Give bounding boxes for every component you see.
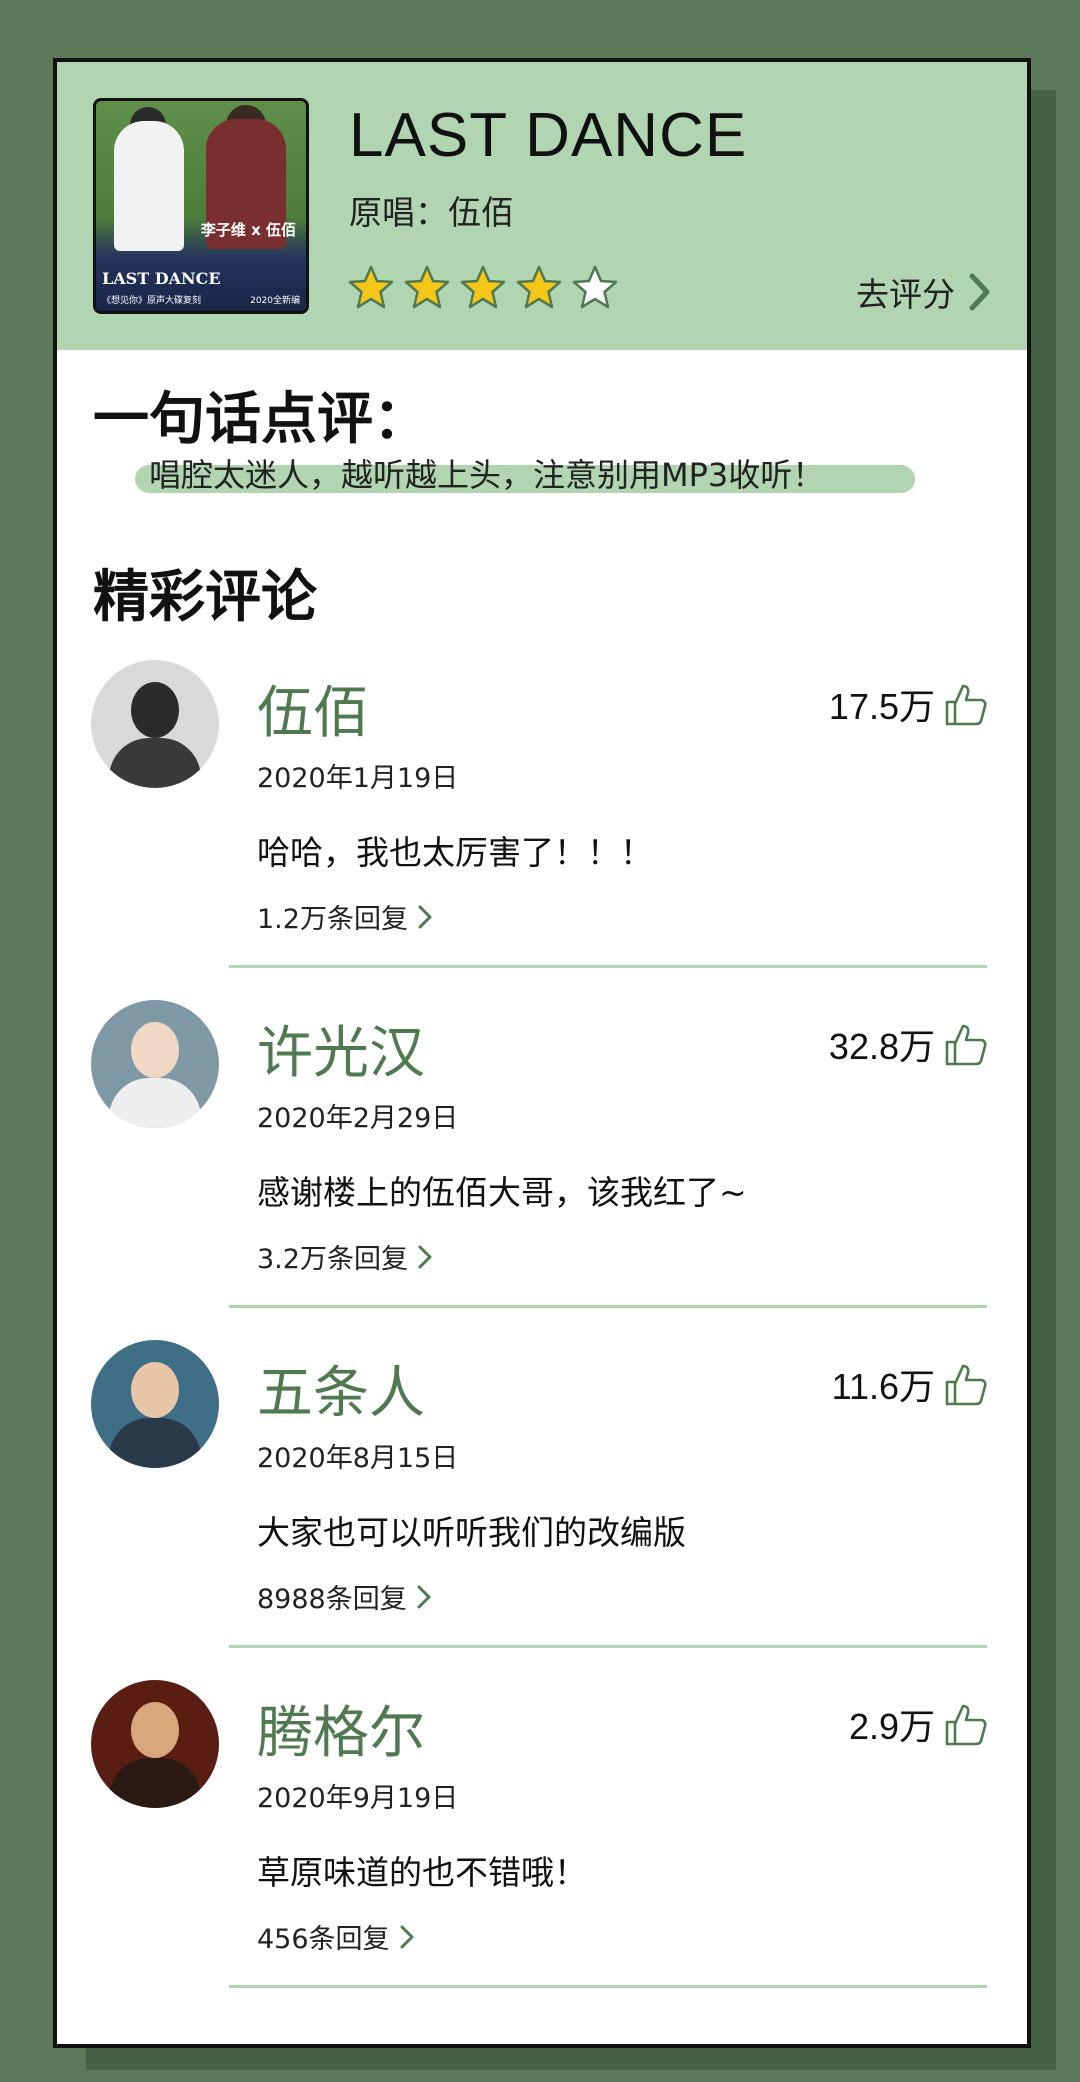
username[interactable]: 腾格尔	[257, 1688, 425, 1769]
like-count: 17.5万	[828, 686, 935, 727]
avatar[interactable]	[91, 660, 219, 788]
comment-text: 草原味道的也不错哦！	[257, 1853, 587, 1892]
like-count: 32.8万	[828, 1026, 935, 1067]
username[interactable]: 五条人	[257, 1348, 425, 1429]
divider	[229, 1985, 987, 1988]
song-header: 李子维 x 伍佰 LAST DANCE 《想见你》原声大碟复刻 2020全新编 …	[57, 62, 1027, 350]
replies-link[interactable]: 8988条回复	[257, 1577, 431, 1616]
thumbs-up-icon	[941, 1360, 989, 1408]
comment-date: 2020年2月29日	[257, 1103, 459, 1134]
like-button[interactable]: 32.8万	[829, 1018, 989, 1070]
comment-item: 五条人 11.6万 2020年8月15日 大家也可以听听我们的改编版 8988条…	[57, 1340, 1027, 1680]
comment-date: 2020年8月15日	[257, 1443, 459, 1474]
cover-figure	[114, 121, 184, 251]
replies-count: 1.2万条回复	[257, 904, 408, 935]
comment-date: 2020年1月19日	[257, 763, 459, 794]
divider	[229, 1645, 987, 1648]
like-count: 2.9万	[848, 1706, 935, 1747]
like-button[interactable]: 2.9万	[849, 1698, 989, 1750]
review-card: 李子维 x 伍佰 LAST DANCE 《想见你》原声大碟复刻 2020全新编 …	[53, 58, 1031, 2048]
star-filled-icon[interactable]	[459, 264, 507, 312]
one-line-review-text: 唱腔太迷人，越听越上头，注意别用MP3收听！	[149, 456, 825, 494]
comment-text: 哈哈，我也太厉害了！！！	[257, 833, 653, 872]
avatar-face	[131, 1362, 179, 1418]
avatar[interactable]	[91, 1680, 219, 1808]
star-empty-icon[interactable]	[571, 264, 619, 312]
comment-item: 腾格尔 2.9万 2020年9月19日 草原味道的也不错哦！ 456条回复	[57, 1680, 1027, 2020]
avatar-body	[109, 1078, 201, 1128]
thumbs-up-icon	[941, 1700, 989, 1748]
avatar-body	[109, 1758, 201, 1808]
divider	[229, 965, 987, 968]
replies-link[interactable]: 456条回复	[257, 1917, 414, 1956]
cover-names: 李子维 x 伍佰	[200, 221, 296, 239]
username[interactable]: 许光汉	[257, 1008, 425, 1089]
cover-edition: 2020全新编	[250, 296, 300, 306]
like-button[interactable]: 11.6万	[832, 1358, 989, 1410]
thumbs-up-icon	[941, 680, 989, 728]
replies-link[interactable]: 1.2万条回复	[257, 897, 432, 936]
avatar-face	[131, 1702, 179, 1758]
divider	[229, 1305, 987, 1308]
comment-text: 感谢楼上的伍佰大哥，该我红了~	[257, 1173, 747, 1212]
replies-link[interactable]: 3.2万条回复	[257, 1237, 432, 1276]
like-button[interactable]: 17.5万	[829, 678, 989, 730]
one-line-review-title: 一句话点评：	[93, 387, 429, 452]
song-title: LAST DANCE	[349, 101, 748, 170]
chevron-right-icon	[400, 1925, 414, 1948]
album-cover[interactable]: 李子维 x 伍佰 LAST DANCE 《想见你》原声大碟复刻 2020全新编	[93, 98, 309, 314]
chevron-right-icon	[417, 1585, 431, 1608]
original-artist: 原唱：伍佰	[349, 193, 514, 232]
replies-count: 456条回复	[257, 1924, 390, 1955]
replies-count: 8988条回复	[257, 1584, 407, 1615]
avatar[interactable]	[91, 1340, 219, 1468]
comment-text: 大家也可以听听我们的改编版	[257, 1513, 686, 1552]
thumbs-up-icon	[941, 1020, 989, 1068]
chevron-right-icon	[418, 1245, 432, 1268]
star-filled-icon[interactable]	[515, 264, 563, 312]
star-rating[interactable]	[347, 264, 619, 312]
avatar-body	[109, 1418, 201, 1468]
comment-item: 伍佰 17.5万 2020年1月19日 哈哈，我也太厉害了！！！ 1.2万条回复	[57, 660, 1027, 1000]
avatar[interactable]	[91, 1000, 219, 1128]
rate-button-label: 去评分	[856, 275, 955, 314]
username[interactable]: 伍佰	[257, 668, 369, 749]
comment-item: 许光汉 32.8万 2020年2月29日 感谢楼上的伍佰大哥，该我红了~ 3.2…	[57, 1000, 1027, 1340]
like-count: 11.6万	[831, 1366, 935, 1407]
star-filled-icon[interactable]	[403, 264, 451, 312]
comments-section-title: 精彩评论	[93, 565, 317, 630]
chevron-right-icon	[418, 905, 432, 928]
comments-list: 伍佰 17.5万 2020年1月19日 哈哈，我也太厉害了！！！ 1.2万条回复…	[57, 660, 1027, 2020]
avatar-face	[131, 682, 179, 738]
replies-count: 3.2万条回复	[257, 1244, 408, 1275]
chevron-right-icon	[969, 273, 990, 311]
cover-title: LAST DANCE	[102, 269, 221, 288]
cover-subtitle: 《想见你》原声大碟复刻	[102, 296, 202, 306]
star-filled-icon[interactable]	[347, 264, 395, 312]
avatar-body	[109, 738, 201, 788]
rate-button[interactable]: 去评分	[856, 268, 991, 316]
comment-date: 2020年9月19日	[257, 1783, 459, 1814]
avatar-face	[131, 1022, 179, 1078]
